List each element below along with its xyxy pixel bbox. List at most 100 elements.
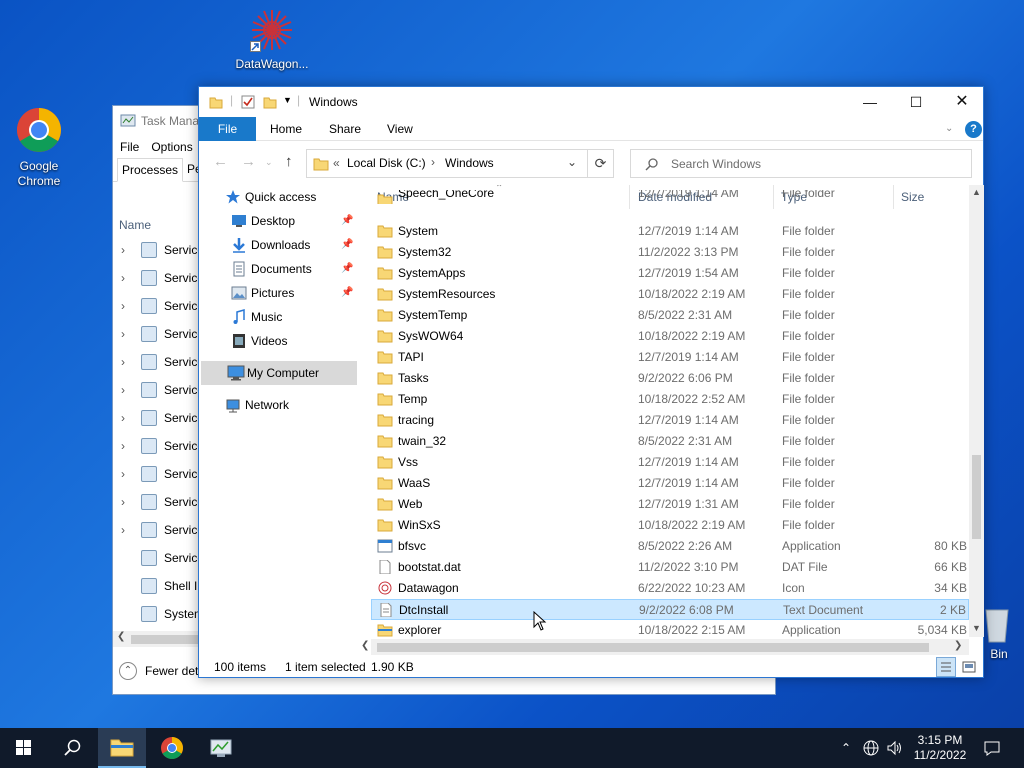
quick-access-dropdown-icon[interactable]: ▼ [283, 95, 292, 105]
new-folder-icon[interactable] [263, 95, 277, 109]
taskbar-chrome[interactable] [148, 728, 196, 768]
file-row[interactable]: DtcInstall 9/2/2022 6:08 PM Text Document 2… [371, 599, 969, 620]
scroll-left-icon[interactable]: ❮ [117, 631, 125, 642]
file-row[interactable]: System32 11/2/2022 3:13 PM File folder [371, 242, 969, 263]
horizontal-scrollbar[interactable]: ❮ ❯ [361, 639, 969, 655]
nav-item-network[interactable]: Network [199, 393, 355, 417]
ribbon-file-tab[interactable]: File [199, 117, 256, 141]
forward-arrow-icon[interactable]: → [241, 153, 256, 170]
file-row[interactable]: twain_32 8/5/2022 2:31 AM File folder [371, 431, 969, 452]
breadcrumb-overflow-icon[interactable]: « [333, 156, 340, 170]
help-icon[interactable]: ? [965, 121, 982, 138]
task-manager-hscroll[interactable]: ❮ [113, 631, 203, 647]
fewer-details[interactable]: ⌃ Fewer det [119, 662, 198, 680]
expand-chevron-icon[interactable]: › [121, 488, 125, 516]
file-row[interactable]: Tasks 9/2/2022 6:06 PM File folder [371, 368, 969, 389]
file-row[interactable]: SystemResources 10/18/2022 2:19 AM File fo… [371, 284, 969, 305]
breadcrumb-windows[interactable]: Windows [445, 156, 494, 170]
expand-chevron-icon[interactable]: › [121, 236, 125, 264]
properties-icon[interactable] [241, 95, 255, 109]
nav-item-documents[interactable]: Documents 📌 [199, 257, 355, 281]
expand-chevron-icon[interactable]: › [121, 460, 125, 488]
file-row[interactable]: bfsvc 8/5/2022 2:26 AM Application 80 KB [371, 536, 969, 557]
file-row[interactable]: Datawagon 6/22/2022 10:23 AM Icon 34 KB [371, 578, 969, 599]
minimize-button[interactable]: — [847, 87, 893, 117]
file-row[interactable]: SystemTemp 8/5/2022 2:31 AM File folder [371, 305, 969, 326]
expand-chevron-icon[interactable]: › [121, 320, 125, 348]
file-row[interactable]: Temp 10/18/2022 2:52 AM File folder [371, 389, 969, 410]
tab-processes[interactable]: Processes [117, 158, 184, 182]
ribbon-view-tab[interactable]: View [387, 117, 413, 141]
nav-item-desktop[interactable]: Desktop 📌 [199, 209, 355, 233]
menu-file[interactable]: File [120, 136, 139, 158]
expand-ribbon-icon[interactable]: ⌄ [945, 117, 953, 141]
nav-item-pictures[interactable]: Pictures 📌 [199, 281, 355, 305]
scroll-thumb[interactable] [131, 635, 201, 644]
nav-item-my-computer[interactable]: My Computer [201, 361, 357, 385]
expand-chevron-icon[interactable]: › [121, 404, 125, 432]
file-row[interactable]: tracing 12/7/2019 1:14 AM File folder [371, 410, 969, 431]
large-icons-view-button[interactable] [960, 658, 978, 676]
refresh-button[interactable]: ⟳ [588, 149, 614, 178]
breadcrumb-local-disk[interactable]: Local Disk (C:) [347, 156, 426, 170]
vertical-scrollbar[interactable]: ▲ ▼ [969, 185, 984, 637]
desktop-icon-chrome[interactable]: Google Chrome [0, 106, 79, 189]
scroll-up-icon[interactable]: ▲ [972, 187, 981, 197]
taskbar-task-manager[interactable] [197, 728, 245, 768]
scroll-down-icon[interactable]: ▼ [972, 623, 981, 633]
close-button[interactable]: ✕ [939, 87, 985, 117]
network-tray-icon[interactable] [860, 728, 882, 768]
show-hidden-icons[interactable]: ⌃ [836, 728, 856, 768]
pin-icon[interactable]: 📌 [341, 233, 353, 257]
ribbon-home-tab[interactable]: Home [270, 117, 302, 141]
nav-item-music[interactable]: Music [199, 305, 355, 329]
explorer-titlebar[interactable]: | ▼ | Windows — ☐ ✕ [199, 87, 983, 117]
nav-item-quick-access[interactable]: Quick access [199, 185, 355, 209]
file-row[interactable]: WaaS 12/7/2019 1:14 AM File folder [371, 473, 969, 494]
file-row[interactable]: System 12/7/2019 1:14 AM File folder [371, 221, 969, 242]
scroll-thumb[interactable] [972, 455, 981, 539]
recent-locations-icon[interactable]: ⌄ [265, 157, 273, 168]
file-row[interactable]: Vss 12/7/2019 1:14 AM File folder [371, 452, 969, 473]
file-row[interactable]: WinSxS 10/18/2022 2:19 AM File folder [371, 515, 969, 536]
file-row[interactable]: Web 12/7/2019 1:31 AM File folder [371, 494, 969, 515]
nav-item-videos[interactable]: Videos [199, 329, 355, 353]
file-row[interactable]: TAPI 12/7/2019 1:14 AM File folder [371, 347, 969, 368]
scroll-thumb[interactable] [377, 643, 929, 652]
chevron-right-icon[interactable]: › [431, 155, 435, 169]
address-dropdown-icon[interactable]: ⌄ [567, 155, 577, 169]
volume-tray-icon[interactable] [884, 728, 906, 768]
scroll-right-icon[interactable]: ❯ [954, 640, 962, 651]
explorer-window[interactable]: | ▼ | Windows — ☐ ✕ File Home Share View… [198, 86, 984, 678]
file-row[interactable]: explorer 10/18/2022 2:15 AM Application 5,0… [371, 620, 969, 637]
details-view-button[interactable] [936, 657, 956, 677]
search-box[interactable]: Search Windows [630, 149, 972, 178]
taskbar-file-explorer[interactable] [98, 728, 146, 768]
expand-chevron-icon[interactable]: › [121, 516, 125, 544]
expand-chevron-icon[interactable]: › [121, 264, 125, 292]
pin-icon[interactable]: 📌 [341, 209, 353, 233]
back-arrow-icon[interactable]: ← [213, 153, 228, 170]
pin-icon[interactable]: 📌 [341, 281, 353, 305]
menu-options[interactable]: Options [151, 136, 192, 158]
address-bar[interactable]: « Local Disk (C:) › Windows ⌄ [306, 149, 588, 178]
ribbon-share-tab[interactable]: Share [329, 117, 361, 141]
up-arrow-icon[interactable]: ↑ [285, 153, 293, 170]
action-center-button[interactable] [980, 728, 1004, 768]
scroll-left-icon[interactable]: ❮ [361, 640, 369, 651]
clock[interactable]: 3:15 PM 11/2/2022 [908, 728, 972, 768]
column-name[interactable]: Name [119, 218, 151, 232]
start-button[interactable] [0, 728, 48, 768]
expand-chevron-icon[interactable]: › [121, 348, 125, 376]
file-row[interactable]: Speech_OneCore 12/7/2019 1:14 AM File fold… [371, 190, 969, 204]
nav-item-downloads[interactable]: Downloads 📌 [199, 233, 355, 257]
pin-icon[interactable]: 📌 [341, 257, 353, 281]
expand-chevron-icon[interactable]: › [121, 376, 125, 404]
expand-chevron-icon[interactable]: › [121, 292, 125, 320]
desktop-icon-datawagon[interactable]: DataWagon... [232, 8, 312, 72]
file-row[interactable]: SystemApps 12/7/2019 1:54 AM File folder [371, 263, 969, 284]
search-button[interactable] [48, 728, 96, 768]
file-row[interactable]: SysWOW64 10/18/2022 2:19 AM File folder [371, 326, 969, 347]
maximize-button[interactable]: ☐ [893, 87, 939, 117]
file-row[interactable]: bootstat.dat 11/2/2022 3:10 PM DAT File 66 … [371, 557, 969, 578]
